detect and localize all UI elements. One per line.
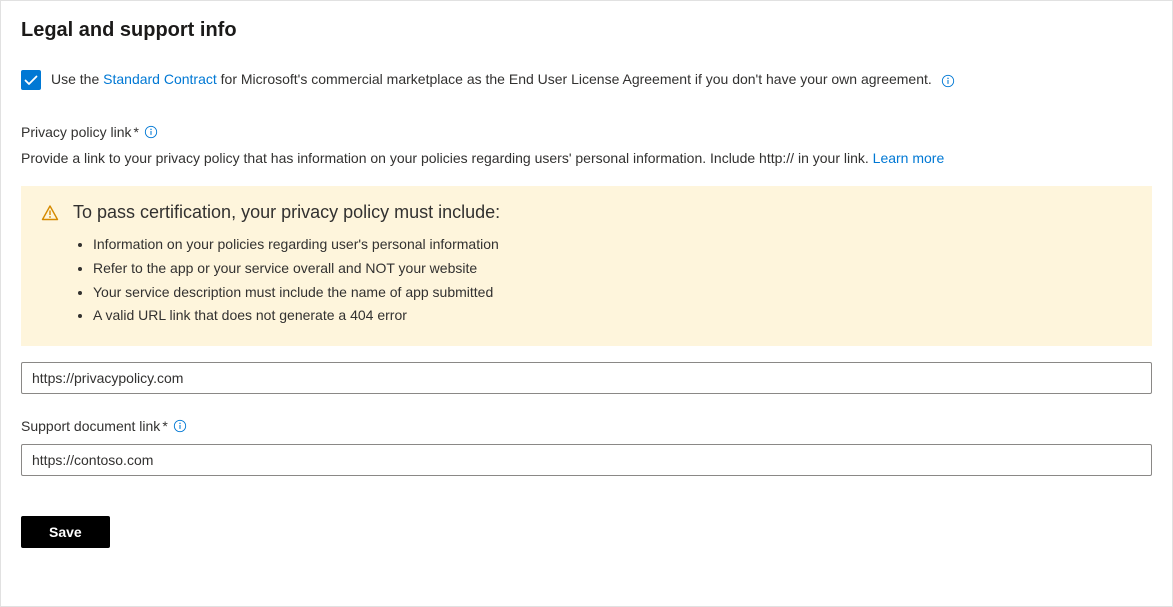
standard-contract-checkbox-row: Use the Standard Contract for Microsoft'… <box>21 70 1152 90</box>
page-title: Legal and support info <box>21 19 1152 42</box>
privacy-policy-description: Provide a link to your privacy policy th… <box>21 150 1152 166</box>
warning-icon <box>41 204 59 328</box>
warning-item: Your service description must include th… <box>93 281 1132 305</box>
save-button[interactable]: Save <box>21 516 110 548</box>
info-icon[interactable] <box>940 73 956 89</box>
warning-item: Refer to the app or your service overall… <box>93 257 1132 281</box>
certification-warning: To pass certification, your privacy poli… <box>21 186 1152 346</box>
checkbox-suffix-text: for Microsoft's commercial marketplace a… <box>217 71 932 87</box>
warning-title: To pass certification, your privacy poli… <box>73 202 1132 223</box>
warning-item: Information on your policies regarding u… <box>93 233 1132 257</box>
required-mark: * <box>162 418 167 434</box>
standard-contract-link[interactable]: Standard Contract <box>103 71 217 87</box>
warning-list: Information on your policies regarding u… <box>73 233 1132 328</box>
support-document-input[interactable] <box>21 444 1152 476</box>
checkbox-prefix-text: Use the <box>51 71 103 87</box>
required-mark: * <box>133 124 138 140</box>
privacy-policy-label-text: Privacy policy link <box>21 124 131 140</box>
standard-contract-checkbox[interactable] <box>21 70 41 90</box>
info-icon[interactable] <box>172 418 188 434</box>
standard-contract-label: Use the Standard Contract for Microsoft'… <box>51 71 956 88</box>
privacy-policy-label: Privacy policy link* <box>21 124 1152 140</box>
learn-more-link[interactable]: Learn more <box>873 150 945 166</box>
support-document-label: Support document link* <box>21 418 1152 434</box>
checkmark-icon <box>23 72 39 88</box>
warning-item: A valid URL link that does not generate … <box>93 304 1132 328</box>
privacy-policy-desc-text: Provide a link to your privacy policy th… <box>21 150 873 166</box>
privacy-policy-input[interactable] <box>21 362 1152 394</box>
info-icon[interactable] <box>143 124 159 140</box>
support-document-label-text: Support document link <box>21 418 160 434</box>
